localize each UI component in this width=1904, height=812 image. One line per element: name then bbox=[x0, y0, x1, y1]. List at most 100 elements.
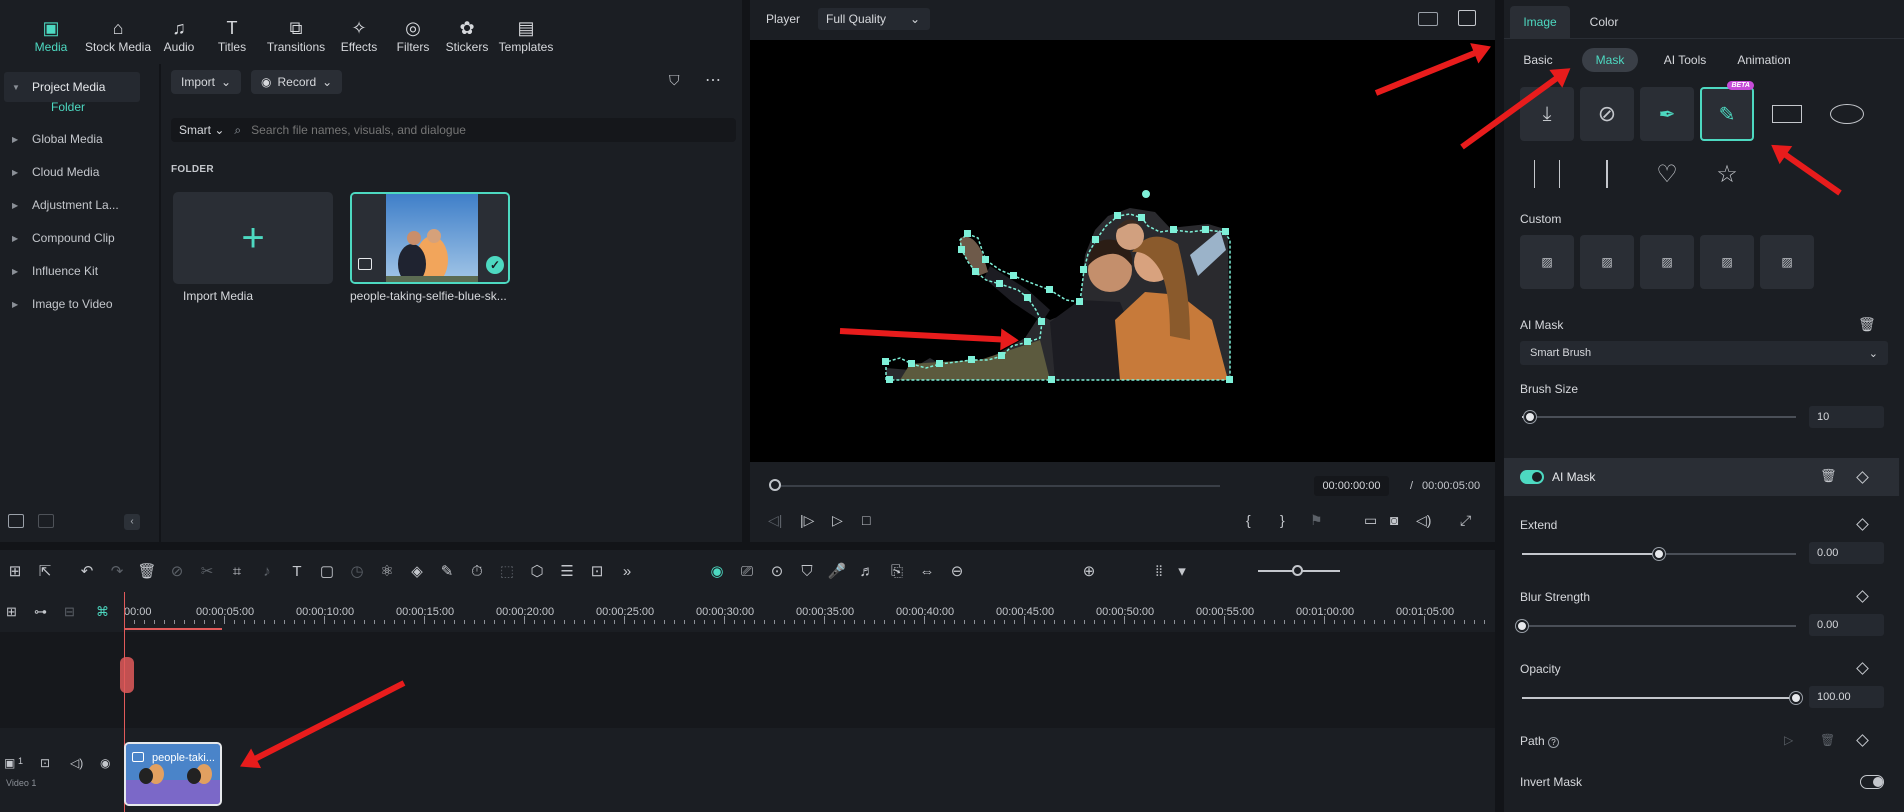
tab-filters[interactable]: ◎ Filters bbox=[386, 0, 440, 64]
zoom-out-icon[interactable]: ⊖ bbox=[942, 562, 972, 580]
fit-icon[interactable]: ⇔ bbox=[912, 563, 942, 580]
subtab-mask[interactable]: Mask bbox=[1582, 48, 1638, 72]
current-timecode[interactable]: 00:00:00:00 bbox=[1314, 476, 1389, 496]
ai-copilot-icon[interactable]: ◉ bbox=[702, 562, 732, 580]
pen-mask-tile[interactable]: ✒ bbox=[1640, 87, 1694, 141]
music-list-icon[interactable]: ♬ bbox=[852, 563, 882, 580]
timeline-ruler[interactable]: 00:00 00:00:05:00 00:00:10:00 00:00:15:00 00… bbox=[124, 592, 1494, 632]
invert-mask-toggle[interactable] bbox=[1860, 775, 1884, 789]
double-line-mask-tile[interactable] bbox=[1520, 147, 1574, 201]
blur-strength-slider[interactable] bbox=[1516, 620, 1796, 632]
more-tools-icon[interactable]: » bbox=[612, 563, 642, 580]
keyframe-diamond-icon[interactable] bbox=[1856, 471, 1869, 484]
sidebar-item-image-to-video[interactable]: ▶ Image to Video bbox=[4, 289, 140, 319]
tab-titles[interactable]: T Titles bbox=[204, 0, 260, 64]
opacity-value[interactable]: 100.00 bbox=[1809, 686, 1884, 708]
compare-view-icon[interactable] bbox=[1418, 12, 1438, 26]
sidebar-item-compound-clip[interactable]: ▶ Compound Clip bbox=[4, 223, 140, 253]
delete-icon[interactable]: 🗑 bbox=[132, 562, 162, 580]
snapshot-icon[interactable]: ⎘ bbox=[882, 563, 912, 580]
blur-strength-value[interactable]: 0.00 bbox=[1809, 614, 1884, 636]
slider-handle[interactable] bbox=[1516, 620, 1528, 632]
ai-effect-icon[interactable]: ◈ bbox=[402, 562, 432, 580]
media-clip-thumbnail[interactable]: ✓ bbox=[350, 192, 510, 284]
sidebar-item-global-media[interactable]: ▶ Global Media bbox=[4, 124, 140, 154]
snapshot-view-icon[interactable] bbox=[1458, 10, 1476, 26]
tab-media[interactable]: ▣ Media bbox=[20, 0, 82, 64]
tab-effects[interactable]: ✧ Effects bbox=[332, 0, 386, 64]
sidebar-item-cloud-media[interactable]: ▶ Cloud Media bbox=[4, 157, 140, 187]
ai-mask-toggle[interactable] bbox=[1520, 470, 1544, 484]
tab-image[interactable]: Image bbox=[1510, 6, 1570, 38]
scrubber-handle[interactable] bbox=[769, 479, 781, 491]
redo-icon[interactable]: ↷ bbox=[102, 562, 132, 580]
star-mask-tile[interactable]: ☆ bbox=[1700, 147, 1754, 201]
heart-mask-tile[interactable]: ♡ bbox=[1640, 147, 1694, 201]
tab-stock-media[interactable]: ⌂ Stock Media bbox=[82, 0, 154, 64]
step-forward-icon[interactable]: |▷ bbox=[800, 512, 814, 529]
snap-icon[interactable]: ⌘ bbox=[96, 604, 109, 620]
crop-icon[interactable]: ⌗ bbox=[222, 563, 252, 580]
sidebar-folder[interactable]: Folder bbox=[0, 100, 136, 114]
new-folder-icon[interactable] bbox=[8, 514, 24, 528]
tab-color[interactable]: Color bbox=[1574, 6, 1634, 38]
keyframe-diamond-icon[interactable] bbox=[1856, 662, 1869, 675]
motion-icon[interactable]: ⊙ bbox=[762, 562, 792, 580]
more-options-icon[interactable]: ⋯ bbox=[705, 70, 721, 90]
track-layout-icon[interactable]: ⦙⦙ bbox=[1144, 563, 1174, 580]
previous-frame-icon[interactable]: ◁| bbox=[768, 512, 782, 529]
mark-in-icon[interactable]: { bbox=[1246, 512, 1251, 528]
link-icon[interactable]: ⊶ bbox=[34, 604, 47, 620]
slider-handle[interactable] bbox=[1653, 548, 1665, 560]
trash-icon[interactable]: 🗑 bbox=[1858, 316, 1876, 333]
quality-dropdown[interactable]: Full Quality ⌄ bbox=[818, 8, 931, 30]
extend-value[interactable]: 0.00 bbox=[1809, 542, 1884, 564]
tab-stickers[interactable]: ✿ Stickers bbox=[440, 0, 494, 64]
folder-icon[interactable]: ⊡ bbox=[40, 756, 50, 770]
no-mask-tile[interactable]: ⊘ bbox=[1580, 87, 1634, 141]
chevron-down-icon[interactable]: ▾ bbox=[1174, 562, 1190, 580]
record-dropdown[interactable]: ◉ Record ⌄ bbox=[251, 70, 343, 94]
stabilize-icon[interactable]: ⬚ bbox=[492, 562, 522, 580]
render-icon[interactable]: ⎚ bbox=[732, 563, 762, 580]
smart-dropdown[interactable]: Smart ⌄ bbox=[179, 123, 224, 137]
brush-size-slider[interactable] bbox=[1522, 411, 1796, 423]
microphone-icon[interactable]: 🎤 bbox=[822, 562, 852, 580]
slider-handle[interactable] bbox=[1524, 411, 1537, 423]
playback-scrubber[interactable] bbox=[770, 485, 1220, 487]
filter-icon[interactable]: ⛉ bbox=[669, 72, 680, 89]
text-icon[interactable]: T bbox=[282, 563, 312, 580]
subtab-ai-tools[interactable]: AI Tools bbox=[1654, 48, 1716, 72]
zoom-slider-handle[interactable] bbox=[1292, 565, 1303, 576]
folder-icon[interactable] bbox=[38, 514, 54, 528]
rectangle-mask-tile[interactable] bbox=[1760, 87, 1814, 141]
playhead-handle[interactable] bbox=[120, 657, 134, 693]
tab-audio[interactable]: ♫ Audio bbox=[154, 0, 204, 64]
undo-icon[interactable]: ↶ bbox=[72, 562, 102, 580]
speed-icon[interactable]: ◷ bbox=[342, 562, 372, 580]
play-path-icon[interactable]: ▷ bbox=[1784, 733, 1793, 747]
split-icon[interactable]: ✂ bbox=[192, 562, 222, 580]
keyframe-diamond-icon[interactable] bbox=[1856, 518, 1869, 531]
video-preview[interactable] bbox=[750, 40, 1495, 462]
mask-icon[interactable]: ⬡ bbox=[522, 562, 552, 580]
stop-icon[interactable]: □ bbox=[862, 512, 870, 528]
import-media-card[interactable]: + bbox=[173, 192, 333, 284]
color-icon[interactable]: ⚛ bbox=[372, 562, 402, 580]
search-input[interactable] bbox=[251, 123, 672, 137]
layout-grid-icon[interactable]: ⊞ bbox=[0, 562, 30, 580]
custom-mask-slot-1[interactable]: ▨ bbox=[1520, 235, 1574, 289]
custom-mask-slot-2[interactable]: ▨ bbox=[1580, 235, 1634, 289]
brush-type-dropdown[interactable]: Smart Brush ⌄ bbox=[1520, 341, 1888, 365]
subtab-animation[interactable]: Animation bbox=[1728, 48, 1800, 72]
sidebar-item-project-media[interactable]: ▼ Project Media bbox=[4, 72, 140, 102]
speaker-icon[interactable]: ◁) bbox=[70, 756, 83, 770]
eye-icon[interactable]: ◉ bbox=[100, 756, 110, 770]
adjust-icon[interactable]: ☰ bbox=[552, 562, 582, 580]
keyframe-diamond-icon[interactable] bbox=[1856, 734, 1869, 747]
trash-icon[interactable]: 🗑 bbox=[1820, 468, 1837, 484]
help-icon[interactable]: ? bbox=[1548, 737, 1560, 748]
timeline-clip[interactable]: people-taki... bbox=[124, 742, 222, 806]
display-icon[interactable]: ▭ bbox=[1364, 512, 1377, 529]
sidebar-item-adjustment-layer[interactable]: ▶ Adjustment La... bbox=[4, 190, 140, 220]
